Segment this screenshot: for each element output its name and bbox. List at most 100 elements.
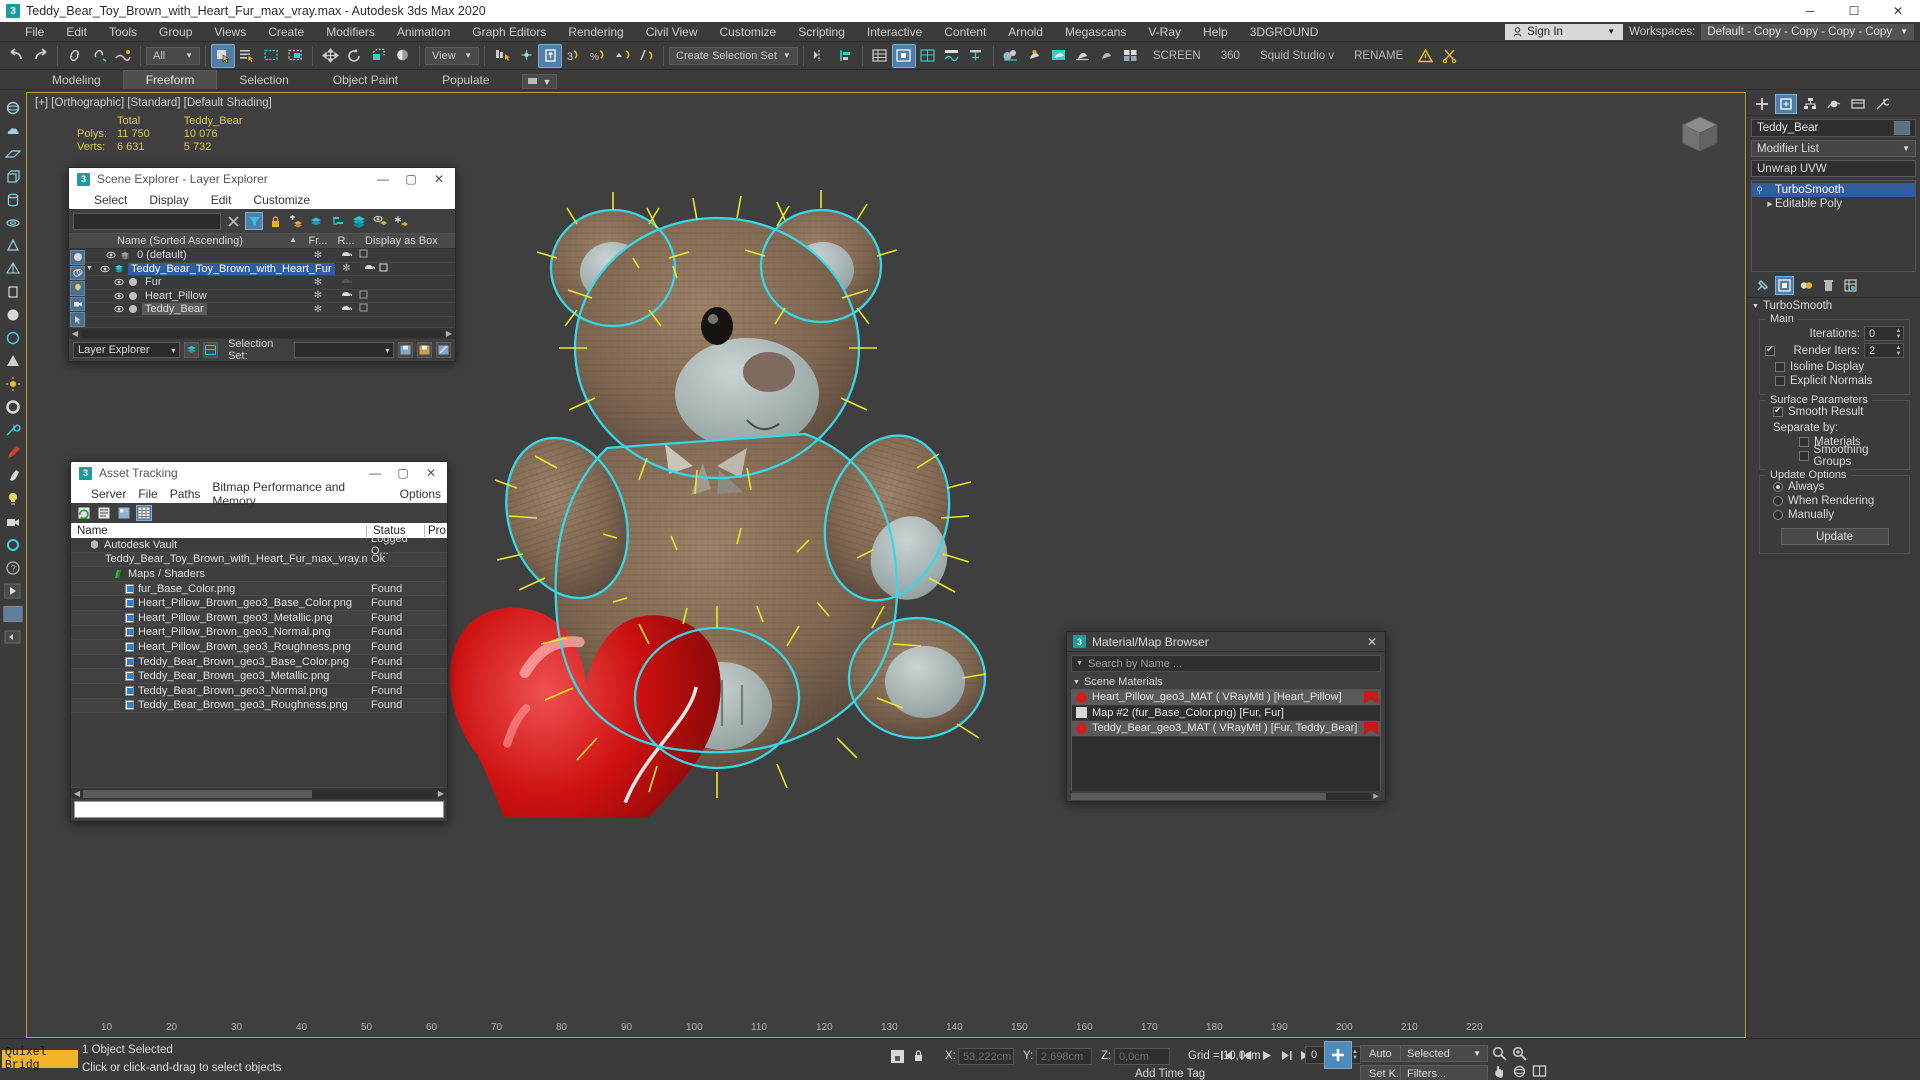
close-button[interactable]: ✕ xyxy=(417,462,445,484)
plane-tool-icon[interactable] xyxy=(3,144,23,164)
render-cell[interactable] xyxy=(333,250,359,261)
hide-unhide-icon[interactable] xyxy=(371,212,389,230)
menu-edit[interactable]: Edit xyxy=(55,22,98,42)
expand-arrow-icon[interactable]: ▶ xyxy=(1765,200,1775,208)
render-cell[interactable] xyxy=(333,277,359,288)
menu-views[interactable]: Views xyxy=(203,22,257,42)
help-tool-icon[interactable]: ? xyxy=(3,558,23,578)
table-row[interactable]: Heart_Pillow_Brown_geo3_Normal.png Found xyxy=(71,625,447,641)
reference-coordinate-combo[interactable]: View ▼ xyxy=(425,46,479,65)
add-selection-set-icon[interactable] xyxy=(417,342,433,358)
stack-item-turbosmooth[interactable]: ⚲ TurboSmooth xyxy=(1752,183,1915,197)
menu-help[interactable]: Help xyxy=(1192,22,1239,42)
list-item[interactable]: Map #2 (fur_Base_Color.png) [Fur, Fur] xyxy=(1072,706,1380,721)
spinner-arrows-icon[interactable]: ▲ ▼ xyxy=(1894,345,1903,357)
menu-bitmap-performance[interactable]: Bitmap Performance and Memory xyxy=(206,480,393,508)
key-mode-toggle-button[interactable] xyxy=(1324,1041,1352,1069)
view-cube[interactable] xyxy=(1673,109,1727,159)
minimize-button[interactable]: — xyxy=(369,168,397,190)
table-row[interactable]: Maps / Shaders xyxy=(71,567,447,582)
box-tool-icon[interactable] xyxy=(3,167,23,187)
explicit-normals-checkbox[interactable]: Explicit Normals xyxy=(1775,374,1904,388)
add-layer-icon[interactable] xyxy=(287,212,305,230)
tab-hierarchy[interactable] xyxy=(1799,94,1821,114)
freeze-cell[interactable]: ✻ xyxy=(303,290,333,301)
table-row[interactable]: Heart_Pillow_Brown_geo3_Roughness.png Fo… xyxy=(71,640,447,655)
display-as-box-cell[interactable] xyxy=(359,290,455,302)
material-editor-icon[interactable] xyxy=(999,44,1023,68)
minimize-button[interactable]: ─ xyxy=(1788,0,1832,22)
select-by-name-icon[interactable] xyxy=(235,44,259,68)
iterations-spinner[interactable]: 0 ▲ ▼ xyxy=(1864,326,1904,341)
scroll-track[interactable] xyxy=(83,789,435,798)
material-list-empty-area[interactable] xyxy=(1072,736,1380,792)
render-production-icon[interactable] xyxy=(1071,44,1095,68)
selection-set-combo[interactable]: ▾ xyxy=(294,342,395,358)
display-as-box-cell[interactable] xyxy=(359,249,455,261)
select-and-scale-icon[interactable] xyxy=(366,44,390,68)
brush-tool-icon[interactable] xyxy=(3,466,23,486)
render-setup-icon[interactable] xyxy=(1023,44,1047,68)
wrench-tool-icon[interactable] xyxy=(3,420,23,440)
geometry-filter-icon[interactable] xyxy=(70,265,85,281)
refresh-icon[interactable] xyxy=(76,505,92,521)
play-tool-icon[interactable] xyxy=(3,581,23,601)
add-selection-to-layer-icon[interactable] xyxy=(308,212,326,230)
column-path[interactable]: Pro xyxy=(425,525,447,537)
camera-tool-icon[interactable] xyxy=(3,512,23,532)
render-in-cloud-icon[interactable] xyxy=(1119,44,1143,68)
maximize-viewport-icon[interactable] xyxy=(1532,1064,1547,1080)
modifier-list-dropdown[interactable]: Modifier List ▼ xyxy=(1751,140,1916,157)
all-objects-filter-icon[interactable] xyxy=(70,250,85,265)
add-time-tag-label[interactable]: Add Time Tag xyxy=(1135,1068,1205,1080)
menu-edit[interactable]: Edit xyxy=(200,193,243,207)
window-crossing-toggle-icon[interactable] xyxy=(283,44,307,68)
freeze-unfreeze-icon[interactable] xyxy=(392,212,410,230)
layer-list-icon[interactable] xyxy=(184,342,200,358)
menu-3dground[interactable]: 3DGROUND xyxy=(1239,22,1330,42)
tab-utilities[interactable] xyxy=(1871,94,1893,114)
select-layer-children-icon[interactable] xyxy=(329,212,347,230)
freeze-cell[interactable]: ✻ xyxy=(335,263,359,274)
scroll-right-icon[interactable]: ▶ xyxy=(435,789,447,798)
menu-modifiers[interactable]: Modifiers xyxy=(315,22,386,42)
when-rendering-radio[interactable]: When Rendering xyxy=(1773,494,1904,508)
table-row[interactable]: Teddy_Bear_Brown_geo3_Normal.png Found xyxy=(71,683,447,699)
sphere-tool-icon[interactable] xyxy=(3,98,23,118)
scene-explorer-search-input[interactable] xyxy=(73,212,221,230)
update-button[interactable]: Update xyxy=(1780,528,1889,545)
tab-modify[interactable] xyxy=(1775,93,1797,114)
render-iterative-icon[interactable] xyxy=(1095,44,1119,68)
bind-to-space-warp-icon[interactable] xyxy=(111,44,135,68)
redo-icon[interactable] xyxy=(28,44,52,68)
show-end-result-icon[interactable] xyxy=(1775,276,1794,295)
column-name[interactable]: Name (Sorted Ascending) ▲ xyxy=(69,235,303,247)
table-row[interactable]: Teddy_Bear_Toy_Brown_with_Heart_Fur_max_… xyxy=(71,552,447,568)
tab-populate[interactable]: Populate xyxy=(420,71,511,89)
create-selection-set-icon[interactable] xyxy=(398,342,414,358)
x-coordinate-field[interactable]: 53,222cm xyxy=(958,1048,1014,1065)
object-color-swatch[interactable] xyxy=(1894,121,1910,135)
eye-icon[interactable] xyxy=(114,278,124,286)
expand-tool-icon[interactable] xyxy=(3,627,23,647)
layer-stack-icon[interactable] xyxy=(350,212,368,230)
table-row[interactable]: Teddy_Bear_Brown_geo3_Metallic.png Found xyxy=(71,669,447,684)
remove-modifier-icon[interactable] xyxy=(1819,276,1838,295)
asset-tracking-horizontal-scrollbar[interactable]: ◀ ▶ xyxy=(71,787,447,800)
asset-tracking-window[interactable]: 3 Asset Tracking — ▢ ✕ Server File Paths… xyxy=(70,461,448,823)
menu-civil-view[interactable]: Civil View xyxy=(635,22,709,42)
viewport-label[interactable]: [+] [Orthographic] [Standard] [Default S… xyxy=(35,97,272,109)
go-to-start-icon[interactable] xyxy=(1218,1047,1235,1064)
tab-modeling[interactable]: Modeling xyxy=(30,71,123,89)
render-cell[interactable] xyxy=(333,304,359,315)
undo-icon[interactable] xyxy=(4,44,28,68)
scroll-left-icon[interactable]: ◀ xyxy=(69,329,81,338)
object-name-field[interactable]: Teddy_Bear xyxy=(1751,119,1916,137)
lights-filter-icon[interactable] xyxy=(70,281,85,296)
lock-selection-icon[interactable] xyxy=(890,1049,905,1064)
tube-tool-icon[interactable] xyxy=(3,282,23,302)
current-modifier-field[interactable]: Unwrap UVW xyxy=(1751,160,1916,177)
modifier-stack[interactable]: ⚲ TurboSmooth ▶ Editable Poly xyxy=(1751,180,1916,272)
orbit-icon[interactable] xyxy=(1512,1064,1527,1080)
scroll-left-icon[interactable]: ◀ xyxy=(71,789,83,798)
